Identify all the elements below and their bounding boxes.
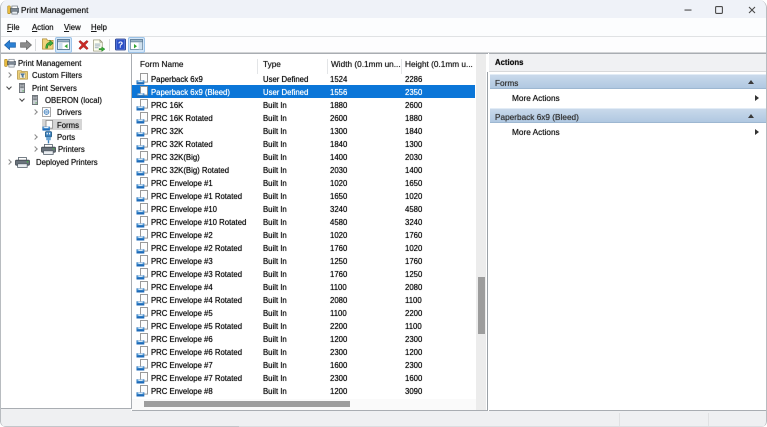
- svg-text:?: ?: [117, 39, 122, 49]
